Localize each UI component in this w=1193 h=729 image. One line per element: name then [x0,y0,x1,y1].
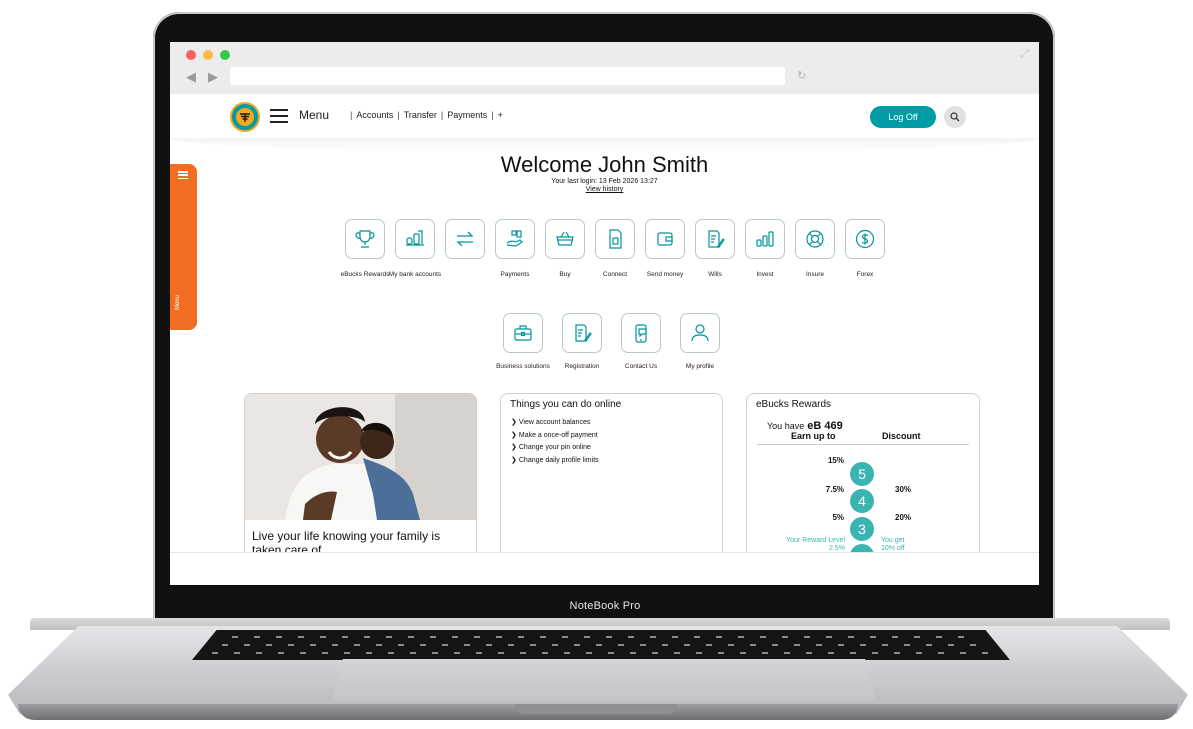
sim-card-icon [609,229,622,249]
maximize-window-button[interactable] [220,50,230,60]
divider [757,444,969,445]
chevron-right-icon: ❯ [511,431,517,439]
reward-level-4-badge: 4 [850,489,874,513]
list-item[interactable]: ❯ Change your pin online [511,443,599,456]
tile-send-money[interactable]: Send money [645,219,685,278]
list-item[interactable]: ❯ Make a once-off payment [511,431,599,444]
chevron-right-icon: ❯ [511,457,517,465]
reward-level-5-badge: 5 [850,462,874,486]
log-off-button[interactable]: Log Off [870,106,936,128]
document-pen-icon [708,230,725,248]
search-icon [950,112,960,122]
menu-label[interactable]: Menu [299,108,329,122]
tile-business-solutions[interactable]: Business solutions [496,313,550,370]
laptop-trackpad [332,659,876,701]
tile-my-bank-accounts[interactable]: My bank accounts [389,219,441,278]
laptop-brand-label: NoteBook Pro [569,600,641,612]
dollar-coin-icon [855,229,875,249]
family-photo [245,394,476,520]
browser-chrome: ◀ ▶ ↻ ⤢ [170,42,1039,94]
reload-icon[interactable]: ↻ [797,69,806,82]
header-divider [170,138,1039,152]
bank-accounts-icon [406,230,424,246]
close-window-button[interactable] [186,50,196,60]
list-item[interactable]: ❯ View account balances [511,418,599,431]
hamburger-menu-icon[interactable] [270,109,288,123]
tile-label: My bank accounts [388,271,442,278]
lifebuoy-icon [806,230,824,248]
side-menu-label: Menu [175,294,181,310]
tile-payments[interactable]: Payments [495,219,535,278]
reward-level-3-badge: 3 [850,517,874,541]
tree-logo-icon [236,108,254,126]
tile-ebucks-rewards[interactable]: eBucks Rewards [341,219,389,278]
tile-label: Forex [856,271,874,278]
search-button[interactable] [944,106,966,128]
tile-label: My profile [685,363,715,370]
laptop-screen: ◀ ▶ ↻ ⤢ Menu | Accounts | Transfer | Pay… [170,42,1039,585]
tile-wills[interactable]: Wills [695,219,735,278]
level-4-earn: 7.5% [825,485,844,494]
tile-registration[interactable]: Registration [562,313,602,370]
nav-link-accounts[interactable]: Accounts [356,110,393,120]
page-title: Welcome John Smith [500,152,709,177]
tile-label: Business solutions [496,363,550,370]
tile-buy[interactable]: Buy [545,219,585,278]
tile-transfer[interactable] [445,219,485,259]
tile-label: Contact Us [624,363,658,370]
payments-hand-icon [506,230,523,247]
nav-link-transfer[interactable]: Transfer [404,110,437,120]
user-icon [691,324,709,342]
bar-chart-icon [756,231,774,247]
laptop-keyboard [192,630,1010,660]
things-online-card: Things you can do online ❯ View account b… [500,393,723,563]
level-4-discount: 30% [895,485,912,494]
fullscreen-icon[interactable]: ⤢ [1020,48,1029,61]
address-bar[interactable] [230,67,785,85]
level-3-discount: 20% [895,513,912,522]
page-footer-band [170,552,1039,585]
tile-contact-us[interactable]: Contact Us [621,313,661,370]
level-3-earn: 5% [832,513,844,522]
chevron-right-icon: ❯ [511,419,517,426]
list-item[interactable]: ❯ Change daily profile limits [511,456,599,469]
tile-my-profile[interactable]: My profile [680,313,720,370]
tile-label: Registration [564,363,600,370]
minimize-window-button[interactable] [203,50,213,60]
back-arrow-icon[interactable]: ◀ [186,69,196,85]
things-online-title: Things you can do online [510,399,622,410]
forward-arrow-icon[interactable]: ▶ [208,69,218,85]
discount-header: Discount [882,431,921,441]
tile-connect[interactable]: Connect [595,219,635,278]
transfer-arrows-icon [456,231,474,247]
tile-invest[interactable]: Invest [745,219,785,278]
nav-link-payments[interactable]: Payments [447,110,487,120]
level-5-earn: 15% [827,456,844,465]
tile-forex[interactable]: Forex [845,219,885,278]
earn-up-to-header: Earn up to [791,431,836,441]
registration-document-icon [575,324,592,342]
app-header: Menu | Accounts | Transfer | Payments | … [170,94,1039,140]
basket-icon [556,231,574,246]
promo-card[interactable]: Live your life knowing your family is ta… [244,393,477,563]
wallet-icon [657,232,673,246]
chevron-right-icon: ❯ [511,444,517,452]
bank-logo[interactable] [230,102,260,132]
ebucks-rewards-card: eBucks Rewards You have eB 469 Earn up to… [746,393,980,563]
briefcase-icon [514,325,532,341]
trophy-icon [355,230,375,248]
tile-insure[interactable]: Insure [795,219,835,278]
nav-link-more[interactable]: + [498,110,503,120]
last-login-text: Your last login: 13 Feb 2026 13:27 [551,178,658,185]
view-history-link: View history [585,186,624,193]
laptop-front-notch [515,704,677,714]
things-online-list: ❯ View account balances ❯ Make a once-off … [511,418,599,469]
phone-chat-icon [635,324,647,343]
ebucks-title: eBucks Rewards [756,399,832,410]
top-navigation: | Accounts | Transfer | Payments | + [350,110,503,120]
